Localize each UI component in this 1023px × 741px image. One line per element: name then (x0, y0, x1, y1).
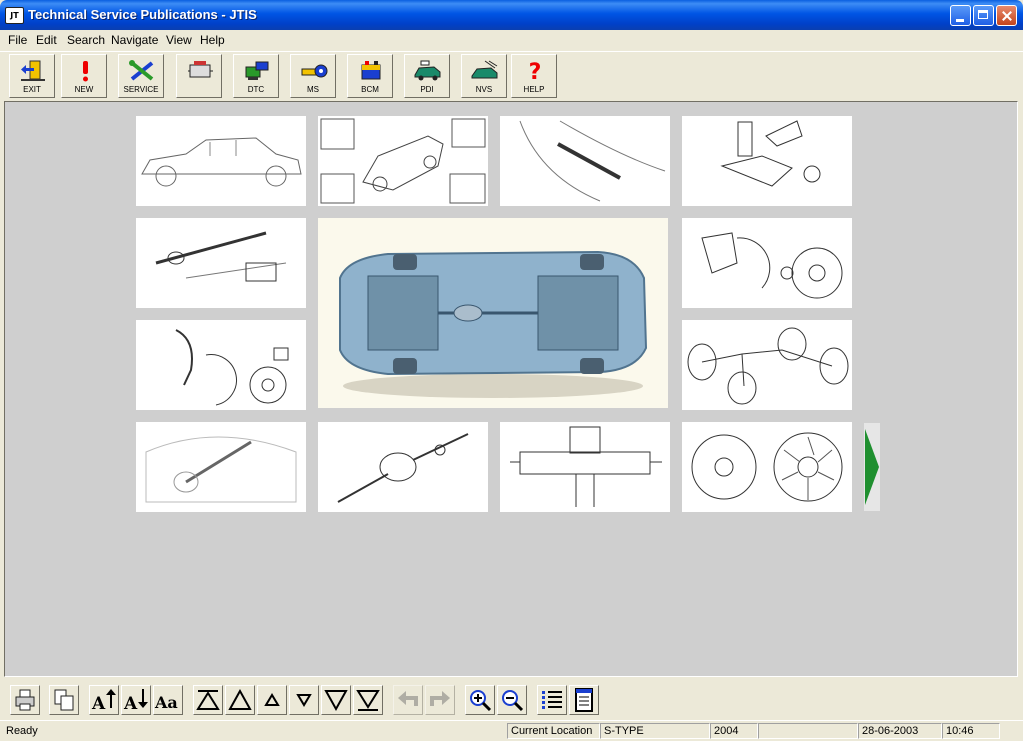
print-icon (15, 689, 35, 711)
bcm-button[interactable]: BCM (347, 54, 393, 98)
wrench-screwdriver-icon (129, 60, 154, 81)
page-up-button[interactable] (225, 685, 255, 715)
menu-help[interactable]: Help (200, 33, 225, 47)
line-down-icon (296, 694, 312, 707)
close-button[interactable] (996, 5, 1017, 26)
title-bar: JT Technical Service Publications - JTIS (0, 0, 1023, 30)
svg-text:A: A (91, 694, 106, 714)
svg-text:?: ? (529, 60, 542, 83)
zoom-out-icon (502, 690, 524, 712)
next-page-arrow[interactable] (864, 423, 880, 511)
car-components-thumbnail[interactable] (318, 116, 488, 206)
maximize-button[interactable] (973, 5, 994, 26)
ms-button[interactable]: MS (290, 54, 336, 98)
wheels-thumbnail[interactable] (682, 422, 852, 512)
engine-block-icon (188, 61, 213, 78)
back-icon (398, 691, 418, 706)
font-decrease-button[interactable]: A (121, 685, 151, 715)
contents-list-button[interactable] (537, 685, 567, 715)
help-button[interactable]: ? HELP (511, 54, 557, 98)
page-up-icon (228, 688, 252, 710)
bottom-toolbar: A A Aa (0, 680, 1023, 718)
page-down-button[interactable] (321, 685, 351, 715)
menu-edit[interactable]: Edit (36, 33, 57, 47)
last-page-icon (356, 690, 380, 711)
menu-bar: File Edit Search Navigate View Help (0, 30, 1023, 50)
subframe-thumbnail[interactable] (500, 422, 670, 512)
status-location-label: Current Location (507, 723, 600, 739)
last-page-button[interactable] (353, 685, 383, 715)
copy-icon (54, 689, 74, 711)
brake-lines-thumbnail[interactable] (682, 320, 852, 410)
zoom-in-button[interactable] (465, 685, 495, 715)
status-bar: Ready Current Location S-TYPE 2004 28-06… (0, 720, 1023, 741)
help-question-icon: ? (529, 60, 542, 83)
exclamation-icon (83, 61, 88, 82)
new-button[interactable]: NEW (61, 54, 107, 98)
menu-navigate[interactable]: Navigate (111, 33, 158, 47)
forward-button[interactable] (425, 685, 455, 715)
line-up-icon (264, 693, 280, 706)
menu-file[interactable]: File (8, 33, 27, 47)
first-page-button[interactable] (193, 685, 223, 715)
side-view-car-thumbnail[interactable] (136, 116, 306, 206)
first-page-icon (196, 690, 220, 710)
main-toolbar: EXIT NEW SERVICE DTC MS BCM PDI NVS ? HE… (0, 51, 1023, 100)
exit-button[interactable]: EXIT (9, 54, 55, 98)
menu-search[interactable]: Search (67, 33, 105, 47)
status-state: Ready (6, 725, 38, 737)
back-button[interactable] (393, 685, 423, 715)
window-title: Technical Service Publications - JTIS (28, 7, 257, 22)
contents-list-icon (542, 691, 562, 709)
front-suspension-thumbnail[interactable] (682, 116, 852, 206)
rear-hub-brake-thumbnail[interactable] (682, 218, 852, 308)
document-icon (575, 688, 593, 712)
status-blank (758, 723, 858, 739)
exit-door-icon (21, 60, 45, 81)
font-decrease-icon: A (123, 689, 148, 714)
steering-rack-thumbnail[interactable] (136, 422, 306, 512)
engine-button[interactable] (176, 54, 222, 98)
line-down-button[interactable] (289, 685, 319, 715)
svg-text:Aa: Aa (154, 693, 178, 712)
battery-icon (361, 61, 381, 80)
copy-button[interactable] (49, 685, 79, 715)
status-year: 2004 (710, 723, 758, 739)
zoom-in-icon (470, 690, 492, 712)
rear-axle-thumbnail[interactable] (318, 422, 488, 512)
status-time: 10:46 (942, 723, 1000, 739)
font-style-button[interactable]: Aa (153, 685, 183, 715)
font-style-icon: Aa (154, 693, 178, 712)
front-hub-brake-thumbnail[interactable] (136, 320, 306, 410)
page-down-icon (324, 690, 348, 712)
menu-view[interactable]: View (166, 33, 192, 47)
shock-absorber-thumbnail[interactable] (500, 116, 670, 206)
dtc-button[interactable]: DTC (233, 54, 279, 98)
next-arrow-icon (865, 429, 879, 505)
status-date: 28-06-2003 (858, 723, 942, 739)
service-button[interactable]: SERVICE (118, 54, 164, 98)
jtis-app-icon[interactable]: JT (5, 7, 24, 24)
minimize-button[interactable] (950, 5, 971, 26)
nvs-button[interactable]: NVS (461, 54, 507, 98)
pdi-button[interactable]: PDI (404, 54, 450, 98)
zoom-out-button[interactable] (497, 685, 527, 715)
document-button[interactable] (569, 685, 599, 715)
driveshaft-thumbnail[interactable] (136, 218, 306, 308)
nvs-car-icon (471, 60, 498, 79)
line-up-button[interactable] (257, 685, 287, 715)
status-model: S-TYPE (600, 723, 710, 739)
car-inspection-icon (414, 60, 441, 81)
ms-tool-icon (301, 64, 328, 78)
dtc-connector-icon (245, 61, 269, 80)
underbody-featured-image[interactable] (318, 218, 668, 408)
font-increase-button[interactable]: A (89, 685, 119, 715)
forward-icon (430, 691, 450, 706)
print-button[interactable] (10, 685, 40, 715)
font-increase-icon: A (91, 689, 116, 714)
svg-text:A: A (123, 694, 138, 714)
